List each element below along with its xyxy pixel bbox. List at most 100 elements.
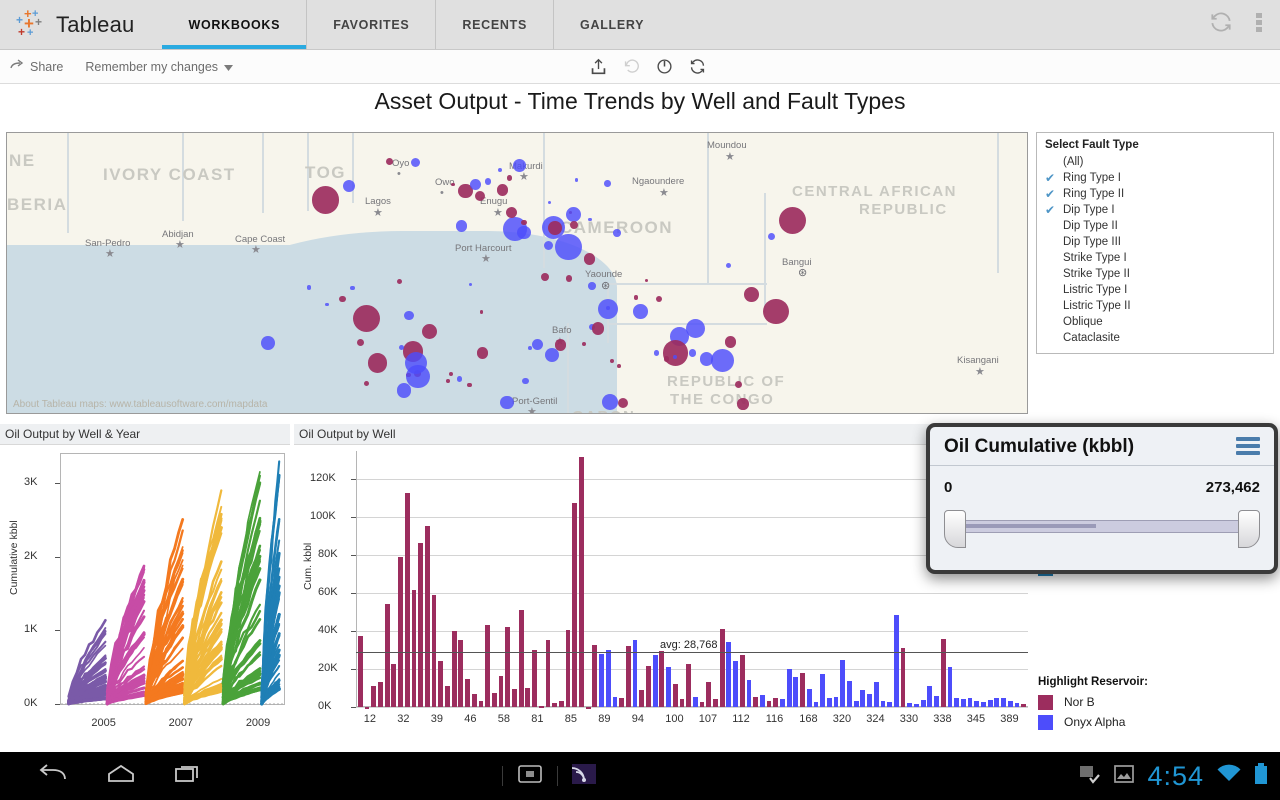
nav-tab-favorites[interactable]: FAVORITES	[307, 0, 436, 49]
bar-chart-bar[interactable]	[465, 679, 470, 707]
bar-chart-bar[interactable]	[378, 682, 383, 707]
bar-chart-bar[interactable]	[854, 701, 859, 707]
slider-track[interactable]	[958, 520, 1246, 533]
bar-chart-bar[interactable]	[613, 697, 618, 707]
bar-chart-bar[interactable]	[425, 526, 430, 707]
map-data-point[interactable]	[664, 356, 670, 362]
bar-chart-bar[interactable]	[525, 688, 530, 707]
map-data-point[interactable]	[312, 186, 339, 213]
map-data-point[interactable]	[545, 348, 559, 362]
bar-chart-bar[interactable]	[914, 704, 919, 707]
map-data-point[interactable]	[654, 350, 659, 355]
bar-chart-bar[interactable]	[994, 698, 999, 707]
bar-chart-bar[interactable]	[405, 493, 410, 707]
map-data-point[interactable]	[779, 207, 806, 234]
home-icon[interactable]	[106, 763, 136, 790]
line-chart-panel[interactable]: Cumulative kbbl 0K1K2K3K 200520072009	[0, 445, 290, 745]
oil-cumulative-filter-popup[interactable]: Oil Cumulative (kbbl) 0 273,462	[926, 423, 1278, 574]
bar-chart-bar[interactable]	[773, 698, 778, 707]
map-data-point[interactable]	[726, 263, 732, 269]
bar-chart-bar[interactable]	[365, 707, 370, 709]
map-data-point[interactable]	[768, 233, 775, 240]
map-data-point[interactable]	[575, 178, 579, 182]
map-data-point[interactable]	[606, 306, 610, 310]
map-data-point[interactable]	[406, 365, 430, 389]
map-data-point[interactable]	[386, 158, 393, 165]
bar-chart-bar[interactable]	[398, 557, 403, 707]
fault-filter-item[interactable]: Listric Type II	[1045, 298, 1265, 314]
recent-apps-icon[interactable]	[174, 763, 202, 790]
bar-chart-bar[interactable]	[894, 615, 899, 707]
map-data-point[interactable]	[588, 218, 591, 221]
map-data-point[interactable]	[451, 183, 455, 187]
map-data-point[interactable]	[548, 201, 552, 205]
bar-chart-bar[interactable]	[619, 698, 624, 707]
bar-chart-bar[interactable]	[385, 604, 390, 707]
bar-chart-bar[interactable]	[519, 610, 524, 707]
map-data-point[interactable]	[528, 346, 532, 350]
legend-reservoir-item[interactable]: Onyx Alpha	[1038, 712, 1148, 732]
map-data-point[interactable]	[541, 273, 549, 281]
map-data-point[interactable]	[339, 296, 346, 303]
bar-chart-bar[interactable]	[566, 630, 571, 707]
refresh-icon[interactable]	[689, 58, 706, 75]
bar-chart-bar[interactable]	[572, 503, 577, 707]
map-data-point[interactable]	[399, 345, 404, 350]
bar-chart-bar[interactable]	[733, 661, 738, 707]
remember-changes-dropdown[interactable]: Remember my changes	[85, 60, 233, 74]
map-data-point[interactable]	[497, 184, 509, 196]
fault-filter-item[interactable]: Dip Type II	[1045, 218, 1265, 234]
bar-chart-bar[interactable]	[780, 699, 785, 707]
bar-chart-bar[interactable]	[626, 646, 631, 707]
map-data-point[interactable]	[711, 349, 734, 372]
map-data-point[interactable]	[548, 221, 562, 235]
bar-chart-bar[interactable]	[1015, 703, 1020, 707]
map-data-point[interactable]	[763, 299, 789, 325]
bar-chart-bar[interactable]	[874, 682, 879, 707]
map-data-point[interactable]	[261, 336, 275, 350]
map-data-point[interactable]	[588, 282, 595, 289]
map-data-point[interactable]	[633, 304, 648, 319]
map-data-point[interactable]	[353, 305, 380, 332]
map-data-point[interactable]	[404, 311, 413, 320]
bar-chart-bar[interactable]	[840, 660, 845, 707]
export-icon[interactable]	[590, 58, 607, 75]
map-data-point[interactable]	[656, 296, 662, 302]
bar-chart-bar[interactable]	[740, 655, 745, 707]
bar-chart-bar[interactable]	[606, 650, 611, 707]
bar-chart-bar[interactable]	[512, 689, 517, 707]
bar-chart-bar[interactable]	[546, 640, 551, 708]
bar-chart-bar[interactable]	[820, 674, 825, 707]
range-slider[interactable]	[944, 510, 1260, 550]
map-data-point[interactable]	[602, 394, 618, 410]
bar-chart-bar[interactable]	[881, 701, 886, 707]
map-data-point[interactable]	[725, 336, 737, 348]
nav-tab-gallery[interactable]: GALLERY	[554, 0, 670, 49]
map-data-point[interactable]	[480, 310, 484, 314]
map-data-point[interactable]	[500, 396, 514, 410]
map-data-point[interactable]	[735, 381, 743, 389]
bar-chart-bar[interactable]	[860, 690, 865, 707]
bar-chart-bar[interactable]	[1021, 704, 1026, 707]
bar-chart-bar[interactable]	[974, 701, 979, 707]
bar-chart-bar[interactable]	[800, 673, 805, 707]
bar-chart-bar[interactable]	[927, 686, 932, 707]
bar-chart-bar[interactable]	[700, 702, 705, 707]
bar-chart-bar[interactable]	[371, 686, 376, 707]
map-data-point[interactable]	[634, 295, 639, 300]
map-data-point[interactable]	[618, 398, 628, 408]
bar-chart-bar[interactable]	[680, 699, 685, 707]
bar-chart-bar[interactable]	[673, 684, 678, 707]
bar-chart-bar[interactable]	[747, 680, 752, 707]
bar-chart-bar[interactable]	[358, 636, 363, 707]
bar-chart-bar[interactable]	[961, 699, 966, 707]
screen-icon[interactable]	[517, 764, 543, 789]
fault-filter-item[interactable]: Oblique	[1045, 314, 1265, 330]
bar-chart-bar[interactable]	[787, 669, 792, 707]
map-data-point[interactable]	[604, 180, 611, 187]
bar-chart-bar[interactable]	[633, 640, 638, 707]
map-data-point[interactable]	[456, 220, 467, 231]
bar-chart-bar[interactable]	[1001, 698, 1006, 707]
image-icon[interactable]	[1113, 764, 1135, 789]
map-data-point[interactable]	[498, 168, 502, 172]
